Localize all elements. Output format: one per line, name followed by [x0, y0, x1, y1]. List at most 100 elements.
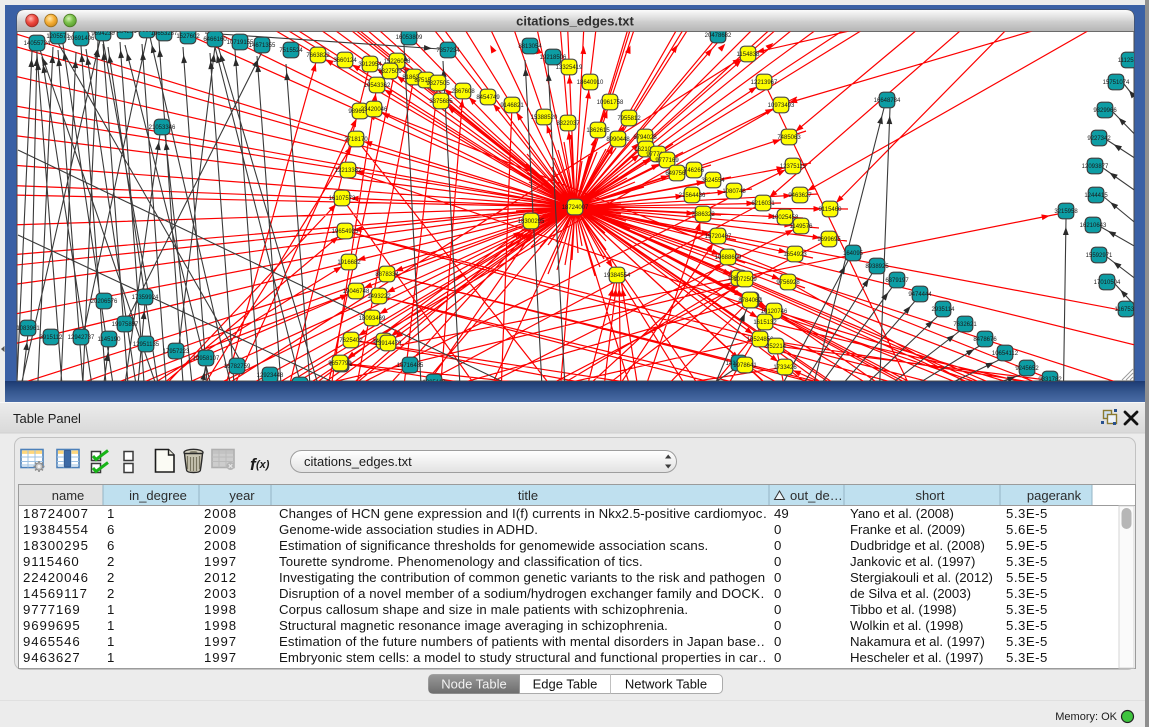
svg-text:6379197: 6379197 [885, 278, 909, 284]
svg-text:9699695: 9699695 [23, 618, 81, 633]
svg-text:9146821: 9146821 [500, 103, 524, 109]
svg-text:252214: 252214 [766, 344, 787, 350]
svg-text:9699695: 9699695 [817, 237, 841, 243]
svg-text:1: 1 [107, 602, 114, 617]
svg-text:1998: 1998 [204, 602, 237, 617]
svg-text:2718170: 2718170 [344, 137, 368, 143]
svg-text:3375685: 3375685 [429, 99, 453, 105]
svg-text:1997: 1997 [204, 554, 237, 569]
svg-text:7357234: 7357234 [436, 48, 460, 54]
svg-text:Stergiakouli et al. (2012): Stergiakouli et al. (2012) [850, 570, 993, 585]
svg-text:3624554: 3624554 [701, 178, 725, 184]
svg-text:1149576: 1149576 [790, 224, 814, 230]
svg-text:12942737: 12942737 [68, 335, 95, 341]
svg-text:19654925: 19654925 [332, 229, 359, 235]
svg-text:16053809: 16053809 [396, 35, 423, 41]
svg-text:9115460: 9115460 [819, 207, 843, 213]
svg-text:Disruption of a novel member o: Disruption of a novel member of a sodium… [279, 586, 773, 601]
svg-text:7632621: 7632621 [953, 322, 977, 328]
svg-text:1998: 1998 [204, 618, 237, 633]
svg-text:Estimation of the future numbe: Estimation of the future numbers of pati… [279, 634, 769, 649]
svg-text:746266: 746266 [684, 168, 705, 174]
svg-text:2: 2 [107, 570, 114, 585]
svg-text:0: 0 [774, 522, 781, 537]
svg-text:20478682: 20478682 [705, 33, 732, 39]
svg-text:1916682: 1916682 [337, 260, 361, 266]
svg-text:16107573: 16107573 [329, 196, 356, 202]
svg-text:9474444: 9474444 [908, 292, 932, 298]
svg-text:16782759: 16782759 [224, 364, 251, 370]
svg-text:23420046: 23420046 [361, 107, 388, 113]
svg-text:10688609: 10688609 [715, 255, 742, 261]
svg-text:15592971: 15592971 [1086, 253, 1113, 259]
svg-text:Table Panel: Table Panel [13, 411, 81, 426]
svg-text:Franke et al. (2009): Franke et al. (2009) [850, 522, 965, 537]
svg-text:15716485: 15716485 [397, 363, 424, 369]
svg-text:5.9E-5: 5.9E-5 [1006, 538, 1048, 553]
svg-text:1733426: 1733426 [773, 365, 797, 371]
svg-text:19384554: 19384554 [23, 522, 89, 537]
svg-text:12375115: 12375115 [780, 164, 807, 170]
svg-text:1997: 1997 [204, 650, 237, 665]
svg-text:2012: 2012 [204, 570, 237, 585]
svg-text:Genome-wide association studie: Genome-wide association studies in ADHD. [279, 522, 538, 537]
svg-text:Yano et al. (2008): Yano et al. (2008) [850, 506, 954, 521]
svg-text:1: 1 [107, 634, 114, 649]
svg-text:1362615: 1362615 [586, 128, 610, 134]
svg-text:short: short [916, 488, 945, 503]
svg-text:15388520: 15388520 [531, 115, 558, 121]
svg-text:19975857: 19975857 [112, 322, 139, 328]
svg-text:7485063: 7485063 [777, 135, 801, 141]
svg-text:7955812: 7955812 [617, 116, 641, 122]
svg-text:9777169: 9777169 [23, 602, 81, 617]
svg-text:10543362: 10543362 [364, 83, 391, 89]
svg-text:8990448: 8990448 [606, 137, 630, 143]
svg-text:Nakamura et al. (1997): Nakamura et al. (1997) [850, 634, 985, 649]
svg-text:9465546: 9465546 [23, 634, 81, 649]
svg-text:1997: 1997 [204, 634, 237, 649]
svg-text:6794028: 6794028 [633, 135, 657, 141]
svg-text:(x): (x) [256, 459, 270, 471]
svg-text:8454749: 8454749 [476, 95, 500, 101]
svg-text:Edge Table: Edge Table [533, 677, 598, 692]
svg-text:7515524: 7515524 [279, 48, 303, 54]
svg-text:2: 2 [107, 554, 114, 569]
svg-text:2: 2 [107, 586, 114, 601]
svg-text:8784067: 8784067 [738, 298, 762, 304]
svg-text:3915112: 3915112 [40, 335, 64, 341]
svg-text:5.3E-5: 5.3E-5 [1006, 634, 1048, 649]
svg-text:7625402: 7625402 [339, 338, 363, 344]
svg-text:5.3E-5: 5.3E-5 [1006, 554, 1048, 569]
svg-text:0: 0 [774, 586, 781, 601]
svg-text:9777169: 9777169 [655, 158, 679, 164]
svg-text:14671355: 14671355 [249, 43, 276, 49]
svg-text:Jankovic et al. (1997): Jankovic et al. (1997) [850, 554, 975, 569]
svg-text:year: year [229, 488, 255, 503]
svg-text:Changes of HCN gene expression: Changes of HCN gene expression and I(f) … [279, 506, 776, 521]
svg-text:9463627: 9463627 [23, 650, 81, 665]
svg-text:6466160: 6466160 [203, 37, 227, 43]
svg-text:1493222: 1493222 [367, 294, 391, 300]
svg-text:citations_edges.txt: citations_edges.txt [304, 454, 412, 469]
svg-text:Hescheler et al. (1997): Hescheler et al. (1997) [850, 650, 983, 665]
svg-text:1083961: 1083961 [16, 326, 40, 332]
svg-text:5.6E-5: 5.6E-5 [1006, 522, 1048, 537]
svg-text:18724007: 18724007 [562, 205, 589, 211]
svg-text:1145190: 1145190 [98, 337, 122, 343]
svg-text:Memory: OK: Memory: OK [1055, 711, 1117, 723]
svg-text:0: 0 [774, 634, 781, 649]
svg-text:6: 6 [107, 522, 114, 537]
svg-text:10958107: 10958107 [193, 356, 220, 362]
svg-text:5.3E-5: 5.3E-5 [1006, 602, 1048, 617]
svg-text:8478676: 8478676 [973, 337, 997, 343]
svg-text:title: title [518, 488, 538, 503]
svg-text:0: 0 [774, 554, 781, 569]
svg-text:name: name [52, 488, 85, 503]
svg-text:21053346: 21053346 [149, 125, 176, 131]
svg-text:13914479: 13914479 [375, 341, 402, 347]
svg-text:16210643: 16210643 [1080, 223, 1107, 229]
svg-text:18640910: 18640910 [577, 80, 604, 86]
svg-text:1: 1 [107, 506, 114, 521]
svg-text:14569117: 14569117 [23, 586, 88, 601]
svg-text:1: 1 [107, 650, 114, 665]
